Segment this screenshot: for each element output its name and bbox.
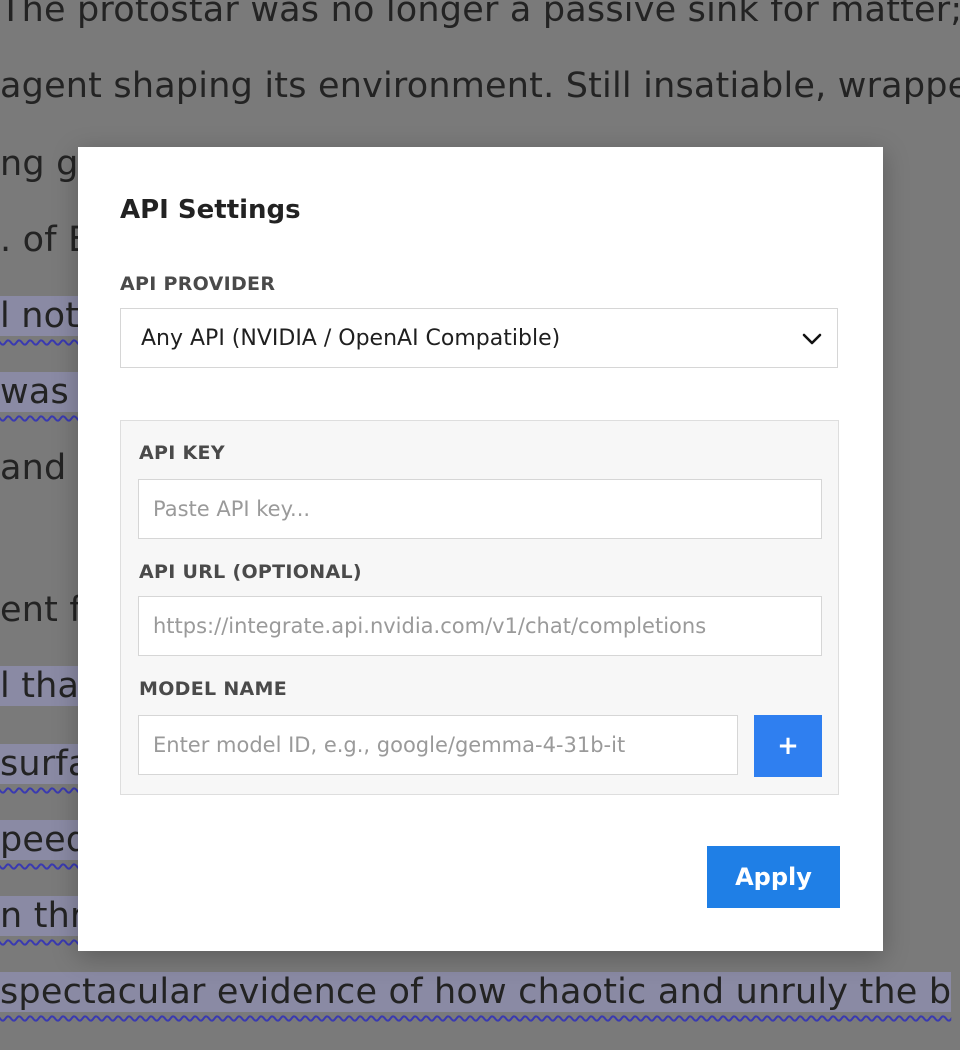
background-text-segment: n thr <box>0 896 85 936</box>
model-name-input[interactable] <box>138 715 738 775</box>
api-key-input[interactable] <box>138 479 822 539</box>
background-text-segment: The protostar was no longer a passive si… <box>0 0 960 30</box>
background-text-segment: l not <box>0 296 80 336</box>
background-text-segment: . of E <box>0 220 91 260</box>
modal-title: API Settings <box>120 195 301 225</box>
background-text-segment: surfa <box>0 744 90 784</box>
chevron-down-icon <box>802 333 822 345</box>
apply-button[interactable]: Apply <box>707 846 840 908</box>
model-name-label: MODEL NAME <box>139 678 288 700</box>
background-text-segment: agent shaping its environment. Still ins… <box>0 66 960 106</box>
api-key-label: API KEY <box>139 442 225 464</box>
add-model-button[interactable]: + <box>754 715 822 777</box>
api-provider-select[interactable]: Any API (NVIDIA / OpenAI Compatible) <box>120 308 838 368</box>
api-url-label: API URL (OPTIONAL) <box>139 561 362 583</box>
background-text-line: agent shaping its environment. Still ins… <box>0 66 960 106</box>
background-text-segment: peed <box>0 820 89 860</box>
background-text-line: The protostar was no longer a passive si… <box>0 0 960 30</box>
api-settings-modal: API Settings API PROVIDER Any API (NVIDI… <box>78 147 883 951</box>
api-url-input[interactable] <box>138 596 822 656</box>
background-text-segment: spectacular evidence of how chaotic and … <box>0 972 952 1012</box>
background-text-line: spectacular evidence of how chaotic and … <box>0 972 952 1012</box>
background-text-segment: l tha <box>0 666 80 706</box>
api-provider-selected-value: Any API (NVIDIA / OpenAI Compatible) <box>141 325 561 351</box>
api-provider-label: API PROVIDER <box>120 273 276 295</box>
background-text-segment: ng g <box>0 144 79 184</box>
